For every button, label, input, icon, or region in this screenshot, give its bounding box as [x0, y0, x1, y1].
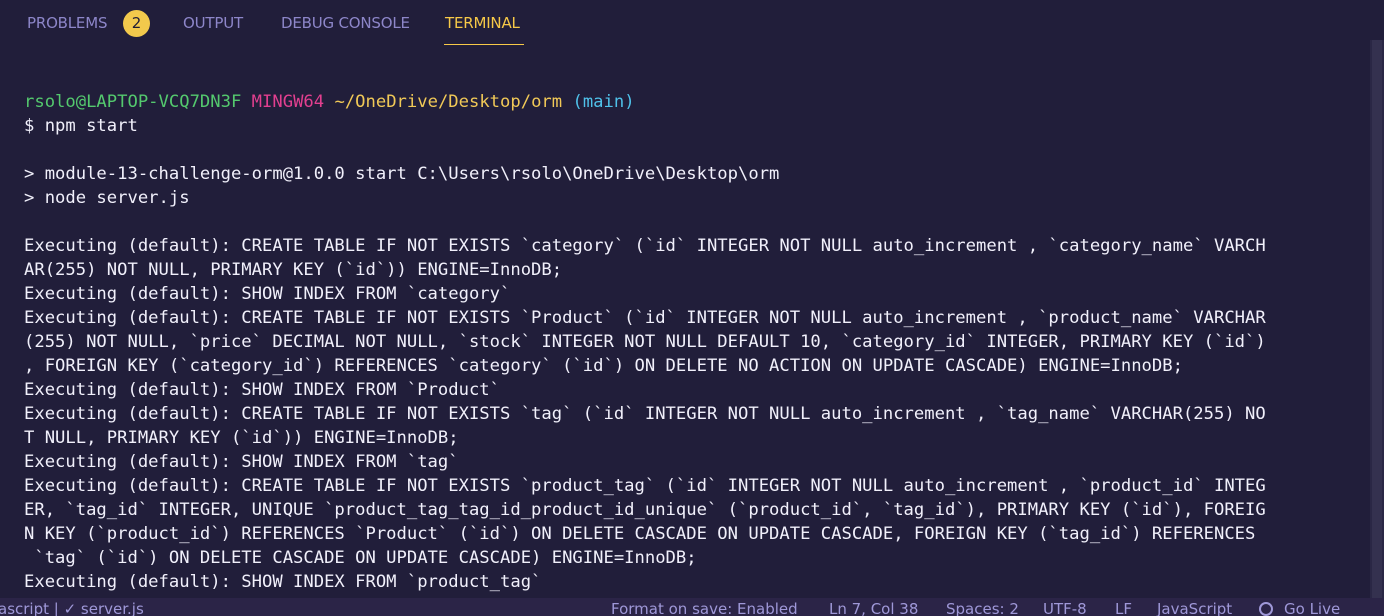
output-line: Executing (default): SHOW INDEX FROM `ta…	[24, 452, 459, 472]
panel-tab-bar: PROBLEMS 2 OUTPUT DEBUG CONSOLE TERMINAL	[0, 0, 1384, 50]
status-language[interactable]: JavaScript	[1157, 600, 1232, 616]
output-line: (255) NOT NULL, `price` DECIMAL NOT NULL…	[24, 332, 1266, 352]
prompt-branch: (main)	[572, 92, 635, 112]
output-line: Executing (default): SHOW INDEX FROM `Pr…	[24, 380, 500, 400]
script-line: > node server.js	[24, 188, 190, 208]
scrollbar-thumb[interactable]	[1372, 40, 1382, 598]
prompt-path: ~/OneDrive/Desktop/orm	[334, 92, 563, 112]
status-eol[interactable]: LF	[1115, 600, 1132, 616]
status-bar: ascript | ✓ server.js Format on save: En…	[0, 598, 1384, 616]
terminal-output[interactable]: rsolo@LAPTOP-VCQ7DN3F MINGW64 ~/OneDrive…	[0, 50, 1384, 598]
script-line: > module-13-challenge-orm@1.0.0 start C:…	[24, 164, 780, 184]
output-line: Executing (default): CREATE TABLE IF NOT…	[24, 236, 1266, 256]
output-line: Executing (default): SHOW INDEX FROM `pr…	[24, 572, 542, 592]
command-line: $ npm start	[24, 116, 138, 136]
output-line: Executing (default): CREATE TABLE IF NOT…	[24, 476, 1266, 496]
output-line: AR(255) NOT NULL, PRIMARY KEY (`id`)) EN…	[24, 260, 563, 280]
output-line: N KEY (`product_id`) REFERENCES `Product…	[24, 524, 1256, 544]
output-line: `tag` (`id`) ON DELETE CASCADE ON UPDATE…	[24, 548, 697, 568]
tab-problems[interactable]: PROBLEMS	[27, 14, 107, 32]
prompt-user-host: rsolo@LAPTOP-VCQ7DN3F	[24, 92, 242, 112]
output-line: Executing (default): SHOW INDEX FROM `ca…	[24, 284, 511, 304]
status-file-info[interactable]: ascript | ✓ server.js	[0, 600, 144, 616]
output-line: , FOREIGN KEY (`category_id`) REFERENCES…	[24, 356, 1183, 376]
go-live-button[interactable]: Go Live	[1284, 600, 1340, 616]
terminal-scrollbar[interactable]	[1370, 40, 1384, 598]
status-format-on-save[interactable]: Format on save: Enabled	[611, 600, 798, 616]
tab-output[interactable]: OUTPUT	[183, 14, 243, 32]
broadcast-icon	[1259, 602, 1273, 616]
output-line: Executing (default): CREATE TABLE IF NOT…	[24, 404, 1266, 424]
status-cursor-position[interactable]: Ln 7, Col 38	[829, 600, 918, 616]
output-line: ER, `tag_id` INTEGER, UNIQUE `product_ta…	[24, 500, 1266, 520]
prompt-system: MINGW64	[251, 92, 325, 112]
tab-debug-console[interactable]: DEBUG CONSOLE	[281, 14, 410, 32]
problems-count-badge: 2	[123, 10, 150, 37]
prompt-line: rsolo@LAPTOP-VCQ7DN3F MINGW64 ~/OneDrive…	[24, 90, 635, 114]
status-encoding[interactable]: UTF-8	[1043, 600, 1087, 616]
tab-terminal[interactable]: TERMINAL	[445, 14, 520, 32]
output-line: T NULL, PRIMARY KEY (`id`)) ENGINE=InnoD…	[24, 428, 459, 448]
output-line: Executing (default): CREATE TABLE IF NOT…	[24, 308, 1266, 328]
active-tab-indicator	[444, 44, 524, 45]
status-indentation[interactable]: Spaces: 2	[946, 600, 1019, 616]
